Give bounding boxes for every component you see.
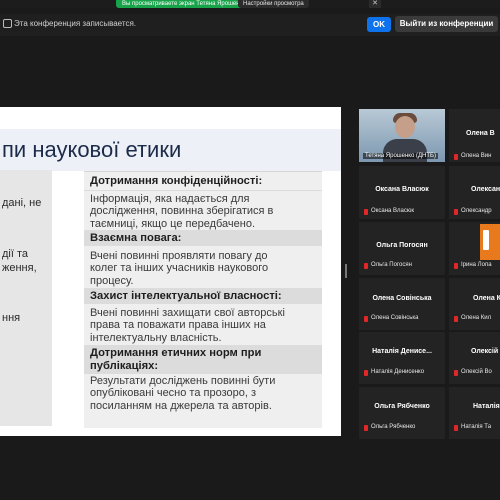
speaker-name-label: Тетяна Ярошенко (ДНТБ): [363, 153, 438, 159]
speaker-face: [395, 116, 415, 138]
body-line: Вчені повинні захищати свої авторські: [90, 307, 285, 319]
participant-name: Олена Совінська: [372, 295, 432, 302]
section-body: Вчені повинні захищати свої авторські пр…: [90, 307, 316, 344]
mic-muted-icon: [364, 263, 368, 269]
mic-muted-icon: [454, 263, 458, 269]
recording-icon: [3, 19, 12, 28]
mic-muted-icon: [454, 370, 458, 376]
section-divider: [84, 190, 322, 191]
body-line: колег та інших учасників наукового: [90, 262, 269, 275]
section-body: Вчені повинні проявляти повагу до колег …: [90, 250, 316, 287]
mic-muted-icon: [364, 209, 368, 215]
participant-label: Наталія Денисенко: [371, 369, 425, 375]
left-fragment: дані, не: [2, 197, 42, 209]
mic-muted-icon: [454, 425, 458, 431]
section-header: Взаємна повага:: [90, 232, 182, 244]
participant-label: Ольга Рябченко: [371, 424, 416, 430]
participant-tile[interactable]: Олексій: [449, 332, 500, 384]
mic-muted-icon: [364, 370, 368, 376]
panel-resize-handle[interactable]: [345, 264, 347, 278]
speaker-video[interactable]: Тетяна Ярошенко (ДНТБ): [359, 109, 445, 162]
body-line: процесу.: [90, 274, 134, 287]
body-line: інтелектуальну власність.: [90, 331, 222, 344]
participant-name: Ольга Рябченко: [374, 403, 430, 410]
participant-tile[interactable]: Наталія: [449, 387, 500, 439]
participant-name: Олексан: [471, 186, 500, 193]
participant-label: Олексій Во: [461, 369, 492, 375]
participant-tile[interactable]: Наталія Денисе...: [359, 332, 445, 384]
left-fragment: ження,: [2, 262, 37, 274]
body-line: посиланням на джерела та авторів.: [90, 399, 272, 412]
section-body: Результати досліджень повинні бути опубл…: [90, 375, 316, 412]
mic-muted-icon: [454, 209, 458, 215]
shared-slide: пи наукової етики дані, не дії та ження,…: [0, 107, 341, 436]
section-header: Захист інтелектуальної власності:: [90, 290, 282, 302]
participant-label: Ольга Погосян: [371, 262, 412, 268]
body-line: права та поважати права інших на: [90, 319, 266, 332]
participant-name: Наталія: [473, 403, 500, 410]
participant-name: Олена К: [473, 295, 500, 302]
participant-label: Наталія Та: [461, 424, 492, 430]
participant-name: Олена В: [466, 130, 495, 137]
view-options-button[interactable]: Настройки просмотра: [238, 0, 309, 8]
participant-name: Оксана Власюк: [375, 186, 429, 193]
participant-name: Наталія Денисе...: [372, 348, 432, 355]
body-line: дослідження, повинна зберігатися в: [90, 205, 274, 218]
participant-label: Олена Кил: [461, 315, 492, 321]
participant-label: Ірина Лопа: [461, 262, 492, 268]
recording-notice: Эта конференция записывается.: [14, 19, 136, 28]
avatar-letter-icon: [483, 230, 489, 250]
mic-muted-icon: [454, 154, 458, 160]
mic-muted-icon: [364, 316, 368, 322]
participant-tile[interactable]: Олена Совінська: [359, 278, 445, 330]
section-header: публікаціях:: [90, 360, 159, 372]
mic-muted-icon: [364, 425, 368, 431]
participant-tile[interactable]: Ольга Рябченко: [359, 387, 445, 439]
participant-label: Олена Совінська: [371, 315, 419, 321]
close-icon[interactable]: ✕: [369, 0, 381, 8]
participant-label: Олена Вин: [461, 153, 492, 159]
participant-label: Олександр: [461, 208, 492, 214]
ok-button[interactable]: OK: [367, 17, 391, 32]
section-header: Дотримання конфіденційності:: [90, 175, 263, 187]
body-line: Інформація, яка надається для: [90, 193, 250, 205]
body-line: Вчені повинні проявляти повагу до: [90, 250, 268, 262]
slide-title: пи наукової етики: [2, 137, 182, 162]
participant-label: Оксана Власюк: [371, 208, 414, 214]
left-fragment: дії та: [2, 248, 29, 260]
body-line: Результати досліджень повинні бути: [90, 375, 276, 387]
body-line: таємниці, якщо це передбачено.: [90, 217, 256, 230]
participant-name: Ольга Погосян: [376, 242, 428, 249]
section-body: Інформація, яка надається для дослідженн…: [90, 193, 316, 230]
participant-name: Олексій: [471, 348, 499, 355]
left-fragment: ння: [2, 312, 21, 324]
body-line: опубліковані чесно та прозоро, з: [90, 387, 257, 400]
mic-muted-icon: [454, 316, 458, 322]
leave-meeting-button[interactable]: Выйти из конференции: [395, 16, 498, 32]
section-header: Дотримання етичних норм при: [90, 347, 262, 359]
participant-tile[interactable]: Олена К: [449, 278, 500, 330]
